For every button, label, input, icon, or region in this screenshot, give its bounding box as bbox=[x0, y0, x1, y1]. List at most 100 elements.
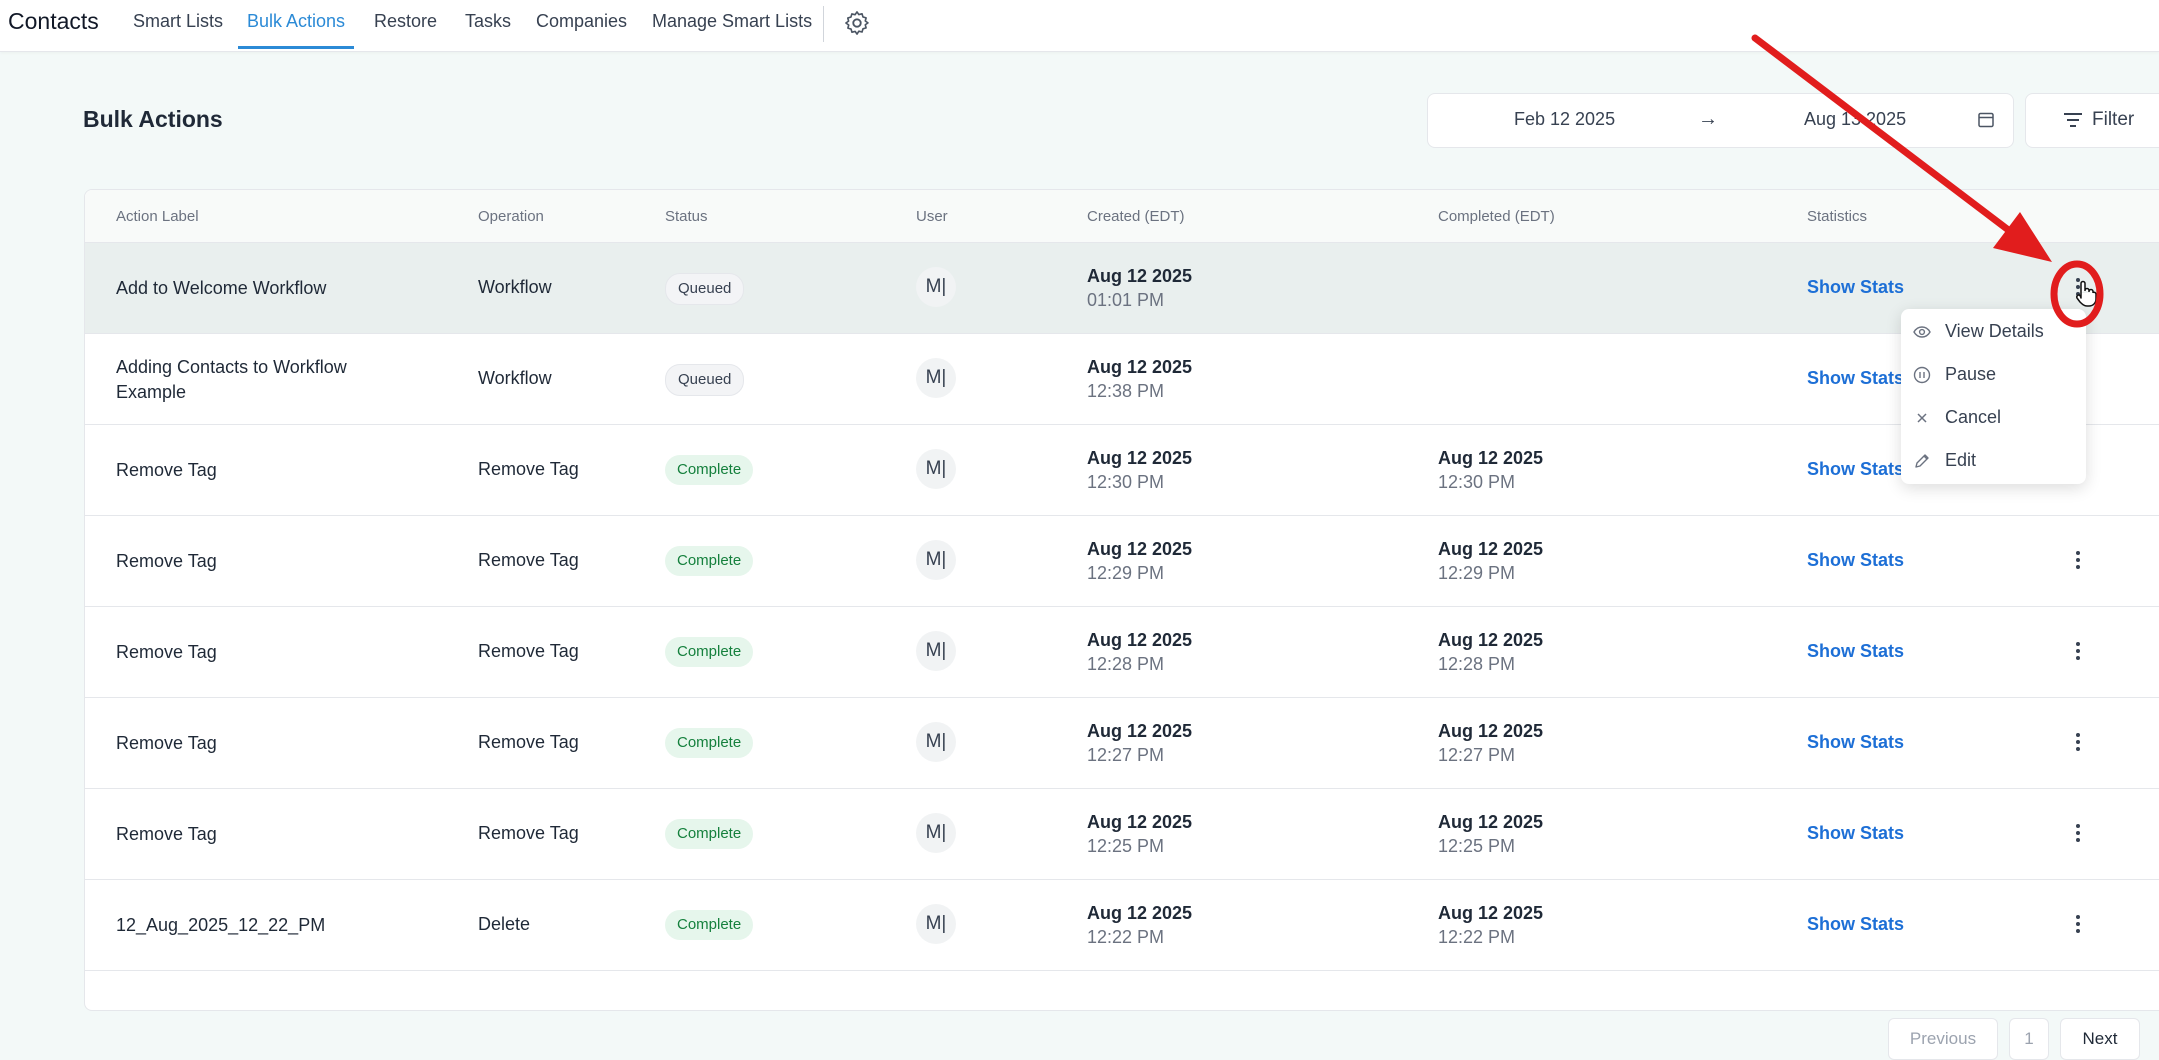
completed-date: Aug 12 2025 bbox=[1438, 721, 1544, 741]
menu-item-cancel[interactable]: Cancel bbox=[1901, 398, 2086, 438]
completed-date: Aug 12 2025 bbox=[1438, 630, 1544, 650]
pencil-icon bbox=[1915, 454, 1929, 468]
completed-time: 12:25 PM bbox=[1438, 836, 1516, 856]
completed-time: 12:27 PM bbox=[1438, 745, 1516, 765]
avatar: M| bbox=[916, 449, 956, 489]
filter-icon bbox=[2064, 113, 2082, 127]
created-date: Aug 12 2025 bbox=[1087, 448, 1193, 468]
created-date: Aug 12 2025 bbox=[1087, 812, 1193, 832]
column-header-action-label: Action Label bbox=[116, 208, 199, 225]
show-stats-link[interactable]: Show Stats bbox=[1807, 277, 1904, 298]
status-badge: Complete bbox=[665, 546, 754, 576]
show-stats-link[interactable]: Show Stats bbox=[1807, 368, 1904, 389]
created-time: 12:28 PM bbox=[1087, 654, 1165, 674]
menu-item-pause[interactable]: Pause bbox=[1901, 355, 2086, 395]
status-badge: Complete bbox=[665, 910, 754, 940]
date-range-start[interactable]: Feb 12 2025 bbox=[1514, 109, 1615, 130]
more-options-icon[interactable] bbox=[2068, 639, 2088, 663]
column-header-user: User bbox=[916, 208, 948, 225]
table-row[interactable]: Remove Tag Remove Tag Complete M| Aug 12… bbox=[85, 607, 2159, 698]
show-stats-link[interactable]: Show Stats bbox=[1807, 732, 1904, 753]
action-label: 12_Aug_2025_12_22_PM bbox=[116, 915, 326, 935]
status-badge: Complete bbox=[665, 728, 754, 758]
column-header-status: Status bbox=[665, 208, 708, 225]
calendar-icon[interactable] bbox=[1976, 110, 1996, 130]
avatar: M| bbox=[916, 722, 956, 762]
completed-time: 12:22 PM bbox=[1438, 927, 1516, 947]
menu-item-label: Pause bbox=[1945, 364, 1997, 384]
avatar: M| bbox=[916, 631, 956, 671]
menu-item-edit[interactable]: Edit bbox=[1901, 441, 2086, 481]
created-time: 12:29 PM bbox=[1087, 563, 1165, 583]
created-time: 12:25 PM bbox=[1087, 836, 1165, 856]
table-row[interactable]: Add to Welcome Workflow Workflow Queued … bbox=[85, 243, 2159, 334]
status-badge: Complete bbox=[665, 637, 754, 667]
created-time: 12:38 PM bbox=[1087, 381, 1165, 401]
tab-tasks[interactable]: Tasks bbox=[465, 11, 511, 32]
tab-restore[interactable]: Restore bbox=[374, 11, 437, 32]
active-tab-indicator bbox=[238, 46, 354, 49]
filter-label: Filter bbox=[2092, 109, 2135, 130]
operation: Remove Tag bbox=[478, 641, 579, 661]
table-row[interactable]: 12_Aug_2025_12_22_PM Delete Complete M| … bbox=[85, 880, 2159, 971]
action-label: Remove Tag bbox=[116, 733, 217, 753]
table-row[interactable]: Adding Contacts to Workflow Example Work… bbox=[85, 334, 2159, 425]
tab-manage-smart-lists[interactable]: Manage Smart Lists bbox=[652, 11, 812, 32]
more-options-icon[interactable] bbox=[2068, 821, 2088, 845]
completed-date: Aug 12 2025 bbox=[1438, 448, 1544, 468]
avatar: M| bbox=[916, 540, 956, 580]
date-range-picker[interactable]: Feb 12 2025 → Aug 13 2025 bbox=[1427, 93, 2014, 148]
show-stats-link[interactable]: Show Stats bbox=[1807, 823, 1904, 844]
operation: Remove Tag bbox=[478, 550, 579, 570]
app-title: Contacts bbox=[8, 8, 99, 34]
more-options-icon[interactable] bbox=[2068, 548, 2088, 572]
operation: Remove Tag bbox=[478, 459, 579, 479]
avatar: M| bbox=[916, 267, 956, 307]
top-nav: Contacts Smart Lists Bulk Actions Restor… bbox=[0, 0, 2159, 52]
operation: Delete bbox=[478, 914, 531, 934]
more-options-icon[interactable] bbox=[2068, 912, 2088, 936]
menu-item-label: Cancel bbox=[1945, 407, 2002, 427]
table-row[interactable]: Remove Tag Remove Tag Complete M| Aug 12… bbox=[85, 789, 2159, 880]
operation: Remove Tag bbox=[478, 823, 579, 843]
status-badge: Complete bbox=[665, 819, 754, 849]
operation: Remove Tag bbox=[478, 732, 579, 752]
show-stats-link[interactable]: Show Stats bbox=[1807, 641, 1904, 662]
action-label: Remove Tag bbox=[116, 460, 217, 480]
tab-companies[interactable]: Companies bbox=[536, 11, 627, 32]
show-stats-link[interactable]: Show Stats bbox=[1807, 914, 1904, 935]
show-stats-link[interactable]: Show Stats bbox=[1807, 550, 1904, 571]
created-time: 01:01 PM bbox=[1087, 290, 1165, 310]
page-number-button[interactable]: 1 bbox=[2009, 1018, 2049, 1060]
previous-page-button[interactable]: Previous bbox=[1888, 1018, 1998, 1060]
action-label: Remove Tag bbox=[116, 642, 217, 662]
date-range-end[interactable]: Aug 13 2025 bbox=[1804, 109, 1906, 130]
created-time: 12:27 PM bbox=[1087, 745, 1165, 765]
created-date: Aug 12 2025 bbox=[1087, 539, 1193, 559]
created-date: Aug 12 2025 bbox=[1087, 903, 1193, 923]
action-label: Adding Contacts to Workflow bbox=[116, 357, 347, 377]
table-row[interactable]: Remove Tag Remove Tag Complete M| Aug 12… bbox=[85, 516, 2159, 607]
close-icon bbox=[1917, 413, 1927, 423]
gear-icon[interactable] bbox=[843, 9, 871, 37]
filter-button[interactable]: Filter bbox=[2025, 93, 2159, 148]
completed-date: Aug 12 2025 bbox=[1438, 539, 1544, 559]
tab-smart-lists[interactable]: Smart Lists bbox=[133, 11, 223, 32]
next-page-button[interactable]: Next bbox=[2060, 1018, 2140, 1060]
tab-bulk-actions[interactable]: Bulk Actions bbox=[247, 11, 345, 32]
bulk-actions-table: Action Label Operation Status User Creat… bbox=[84, 189, 2159, 1011]
table-row[interactable]: Remove Tag Remove Tag Complete M| Aug 12… bbox=[85, 425, 2159, 516]
completed-time: 12:30 PM bbox=[1438, 472, 1516, 492]
created-date: Aug 12 2025 bbox=[1087, 721, 1193, 741]
show-stats-link[interactable]: Show Stats bbox=[1807, 459, 1904, 480]
more-options-icon[interactable] bbox=[2068, 730, 2088, 754]
menu-item-view-details[interactable]: View Details bbox=[1901, 312, 2086, 352]
created-date: Aug 12 2025 bbox=[1087, 357, 1193, 377]
pause-icon bbox=[1913, 366, 1931, 384]
action-label: Add to Welcome Workflow bbox=[116, 278, 327, 298]
action-label: Remove Tag bbox=[116, 551, 217, 571]
table-row[interactable]: Remove Tag Remove Tag Complete M| Aug 12… bbox=[85, 698, 2159, 789]
created-date: Aug 12 2025 bbox=[1087, 630, 1193, 650]
action-label-line-2: Example bbox=[116, 382, 187, 402]
column-header-operation: Operation bbox=[478, 208, 544, 225]
